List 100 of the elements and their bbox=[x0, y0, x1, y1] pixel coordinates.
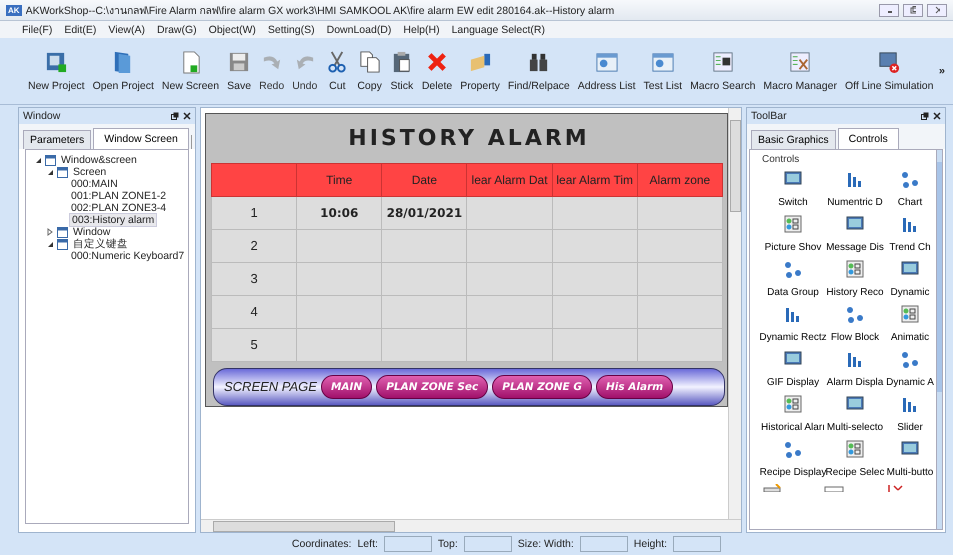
table-cell: 5 bbox=[212, 328, 297, 362]
control-item[interactable]: Alarm Displa bbox=[824, 349, 886, 388]
column-header: lear Alarm Dat bbox=[466, 163, 552, 196]
panel-tab[interactable]: Basic Graphics bbox=[751, 130, 836, 149]
column-header: Date bbox=[382, 163, 467, 196]
expanded-triangle-icon[interactable] bbox=[46, 240, 54, 248]
menu-item[interactable]: Draw(G) bbox=[157, 24, 197, 36]
input-field[interactable] bbox=[384, 536, 432, 552]
toolbar-button[interactable]: Cut bbox=[321, 46, 354, 96]
panel-tab[interactable]: Controls bbox=[838, 128, 899, 149]
toolbar-button[interactable]: Open Project bbox=[88, 46, 158, 96]
window-icon bbox=[57, 226, 68, 238]
screen-button[interactable]: PLAN ZONE Sec bbox=[376, 374, 488, 399]
menu-item[interactable]: Help(H) bbox=[403, 24, 440, 36]
float-icon[interactable] bbox=[921, 112, 929, 120]
control-item[interactable]: Numentric D bbox=[824, 169, 886, 208]
control-item[interactable]: Switch bbox=[762, 169, 824, 208]
horizontal-scrollbar[interactable] bbox=[201, 519, 741, 532]
control-item[interactable]: Multi-selecto bbox=[824, 394, 886, 433]
expanded-triangle-icon[interactable] bbox=[34, 156, 42, 164]
control-item[interactable]: Multi-butto bbox=[886, 439, 934, 478]
input-field[interactable] bbox=[673, 536, 722, 552]
tree-item[interactable]: 002:PLAN ZONE3-4 bbox=[69, 202, 168, 214]
dots-icon bbox=[783, 259, 803, 279]
restore-button[interactable] bbox=[903, 4, 923, 16]
column-header: Alarm zone bbox=[637, 163, 722, 196]
vertical-scrollbar[interactable] bbox=[936, 150, 942, 529]
control-item[interactable]: Message Dis bbox=[824, 214, 886, 253]
control-item[interactable]: Data Group bbox=[762, 259, 824, 298]
screen-button[interactable]: His Alarm bbox=[596, 374, 674, 399]
toolbar-button[interactable]: Property bbox=[456, 46, 504, 96]
control-item[interactable]: Recipe Display bbox=[762, 439, 824, 478]
menu-item[interactable]: File(F) bbox=[22, 24, 52, 36]
toolbar-button[interactable]: Macro Search bbox=[686, 46, 760, 96]
table-cell: 4 bbox=[212, 295, 297, 328]
tree-item[interactable]: Window bbox=[71, 226, 112, 238]
panel-tab[interactable]: Window Screen bbox=[93, 128, 189, 149]
control-item[interactable]: Dynamic A bbox=[886, 349, 934, 388]
monitor-error-icon bbox=[877, 50, 902, 74]
status-label: Coordinates: bbox=[292, 538, 352, 550]
control-item[interactable]: Trend Ch bbox=[886, 214, 934, 253]
control-item[interactable]: Dynamic bbox=[886, 259, 934, 298]
toolbar-button[interactable]: Save bbox=[223, 46, 256, 96]
tree-item[interactable]: Screen bbox=[71, 166, 108, 178]
close-button[interactable] bbox=[927, 4, 947, 16]
toolbar-button[interactable]: Macro Manager bbox=[759, 46, 841, 96]
toolbar-button[interactable]: Address List bbox=[574, 46, 640, 96]
control-item[interactable]: Dynamic Rectz bbox=[762, 304, 824, 343]
control-item[interactable]: Picture Shov bbox=[762, 214, 824, 253]
input-field[interactable] bbox=[580, 536, 628, 552]
control-item[interactable]: History Reco bbox=[824, 259, 886, 298]
menu-item[interactable]: Language Select(R) bbox=[452, 24, 545, 36]
table-cell: 28/01/2021 bbox=[382, 196, 467, 230]
toolbar-button[interactable]: New Project bbox=[24, 46, 89, 96]
overflow-button[interactable]: » bbox=[938, 65, 945, 77]
app-badge: AK bbox=[6, 4, 22, 16]
pencil-icon[interactable] bbox=[762, 484, 782, 492]
tree-item[interactable]: 000:MAIN bbox=[69, 178, 120, 190]
control-item[interactable]: Historical Aları bbox=[762, 394, 824, 433]
collapsed-triangle-icon[interactable] bbox=[46, 228, 54, 236]
menu-item[interactable]: DownLoad(D) bbox=[326, 24, 392, 36]
input-field[interactable] bbox=[464, 536, 512, 552]
copy-icon bbox=[358, 50, 382, 74]
tree-item[interactable]: 000:Numeric Keyboard7 bbox=[69, 250, 186, 262]
float-icon[interactable] bbox=[171, 112, 179, 120]
window-icon bbox=[57, 238, 68, 250]
toolbar-button[interactable]: Off Line Simulation bbox=[840, 46, 938, 96]
expanded-triangle-icon[interactable] bbox=[46, 168, 54, 176]
dropdown-icon[interactable] bbox=[824, 484, 844, 492]
toolbar-button[interactable]: New Screen bbox=[158, 46, 224, 96]
menu-item[interactable]: Setting(S) bbox=[268, 24, 315, 36]
menu-item[interactable]: Object(W) bbox=[208, 24, 256, 36]
screen-button[interactable]: PLAN ZONE G bbox=[492, 374, 592, 399]
tree-item[interactable]: 003:History alarm bbox=[69, 213, 158, 227]
checklist-icon bbox=[845, 439, 865, 459]
tree-item[interactable]: 001:PLAN ZONE1-2 bbox=[69, 190, 168, 202]
dots-icon bbox=[783, 439, 803, 459]
menu-item[interactable]: View(A) bbox=[108, 24, 145, 36]
table-cell: 10:06 bbox=[296, 196, 382, 230]
field-label: Left: bbox=[357, 538, 378, 550]
tree-item[interactable]: 自定义键盘 bbox=[71, 237, 130, 251]
screen-button[interactable]: MAIN bbox=[320, 374, 372, 399]
control-item[interactable]: Animatic bbox=[886, 304, 934, 343]
toolbar-button[interactable]: Find/Relpace bbox=[504, 46, 574, 96]
menu-item[interactable]: Edit(E) bbox=[64, 24, 96, 36]
window-title: AKWorkShop--C:\งานกลฟ\Fire Alarm กลฟ\fire alarm GX work3\HMI SAMKOOL AK\fire alarm EW edit 280164.ak--History alarm bbox=[26, 4, 616, 18]
tree-item[interactable]: Window&screen bbox=[59, 154, 139, 166]
control-item[interactable]: GIF Display bbox=[762, 349, 824, 388]
toolbar-button[interactable]: Test List bbox=[640, 46, 686, 96]
minimize-button[interactable] bbox=[879, 4, 899, 16]
vertical-scrollbar[interactable] bbox=[728, 108, 741, 519]
panel-tab[interactable]: Parameters bbox=[23, 130, 92, 149]
screen-title: HISTORY ALARM bbox=[347, 124, 591, 153]
dots-icon bbox=[900, 349, 920, 369]
checklist-icon bbox=[900, 304, 920, 324]
toolbar-button[interactable]: Delete bbox=[418, 46, 456, 96]
control-item[interactable]: Chart bbox=[886, 169, 934, 208]
toolbar-button[interactable]: Copy bbox=[353, 46, 386, 96]
control-item[interactable]: Slider bbox=[886, 394, 934, 433]
toolbar-button[interactable]: Stick bbox=[386, 46, 418, 96]
